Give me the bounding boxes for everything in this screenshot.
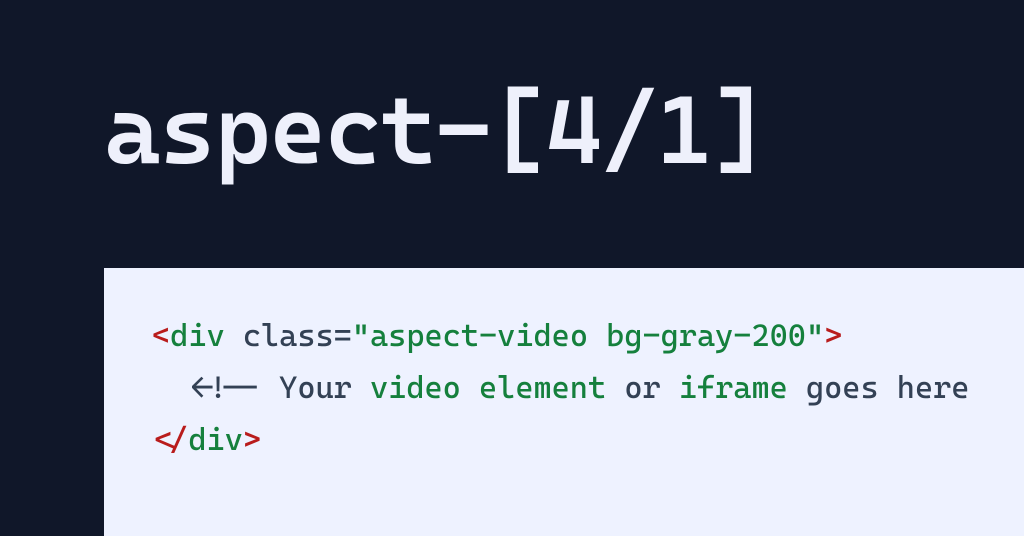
slide-canvas: aspect-[4/1] <div class="aspect-video bg… — [0, 0, 1024, 536]
code-token-word: Your — [279, 370, 352, 406]
code-token-space — [788, 370, 806, 406]
code-token-word: goes here — [806, 370, 969, 406]
code-token-space — [352, 370, 370, 406]
code-token-word: or — [624, 370, 660, 406]
code-example-panel: <div class="aspect-video bg-gray-200"> <… — [104, 268, 1024, 536]
code-token-angle: < — [152, 318, 170, 354]
code-token-space — [225, 318, 243, 354]
code-token-space — [606, 370, 624, 406]
code-token-quote: " — [806, 318, 824, 354]
code-token-space — [461, 370, 479, 406]
code-token-attr: class — [243, 318, 334, 354]
code-token-indent — [152, 370, 188, 406]
code-token-space — [661, 370, 679, 406]
code-token-keyword: iframe — [679, 370, 788, 406]
code-token-angle: </ — [152, 422, 188, 458]
code-token-quote: " — [352, 318, 370, 354]
code-token-tag: div — [170, 318, 225, 354]
code-token-keyword: video — [370, 370, 461, 406]
code-token-string: aspect-video bg-gray-200 — [370, 318, 806, 354]
code-token-keyword: element — [479, 370, 606, 406]
code-token-tag: div — [188, 422, 243, 458]
code-token-angle: > — [243, 422, 261, 458]
heading-utility-class: aspect-[4/1] — [104, 74, 767, 186]
code-token-eq: = — [334, 318, 352, 354]
code-block: <div class="aspect-video bg-gray-200"> <… — [152, 310, 1024, 466]
code-token-angle: > — [824, 318, 842, 354]
code-token-comment: <!-- — [188, 370, 279, 406]
